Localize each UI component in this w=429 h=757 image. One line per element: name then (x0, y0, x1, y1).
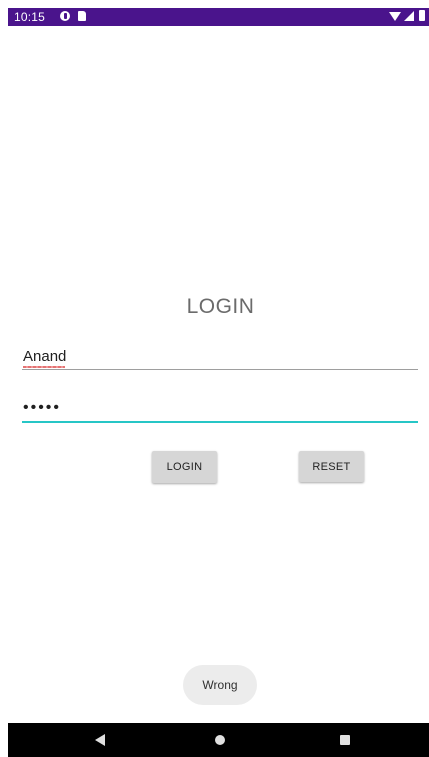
username-value: Anand (23, 348, 67, 365)
back-icon[interactable] (95, 734, 105, 746)
password-field[interactable]: ••••• (22, 397, 418, 423)
login-button[interactable]: LOGIN (152, 451, 217, 483)
status-time: 10:15 (14, 10, 46, 24)
spellcheck-underline (23, 366, 65, 368)
cell-signal-icon (404, 11, 414, 21)
sd-card-icon (78, 11, 86, 21)
password-value: ••••• (23, 399, 62, 416)
navigation-bar (8, 723, 429, 757)
recents-icon[interactable] (340, 735, 350, 745)
reset-button[interactable]: RESET (299, 451, 364, 482)
wifi-icon (389, 12, 401, 21)
home-icon[interactable] (215, 735, 225, 745)
username-field[interactable]: Anand (22, 344, 418, 370)
status-bar: 10:15 (8, 8, 429, 26)
page-title: LOGIN (186, 295, 255, 318)
app-notification-icon (60, 11, 70, 21)
toast-message: Wrong (183, 665, 257, 705)
battery-icon (419, 10, 425, 21)
